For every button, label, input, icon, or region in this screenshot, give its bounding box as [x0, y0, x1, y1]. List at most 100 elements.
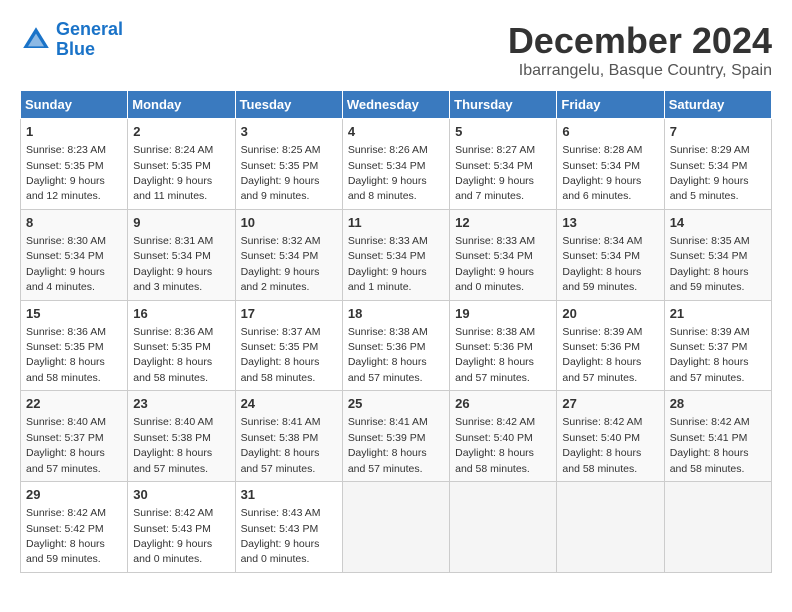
day-info: Sunrise: 8:32 AM Sunset: 5:34 PM Dayligh… — [241, 235, 321, 293]
calendar-cell: 3 Sunrise: 8:25 AM Sunset: 5:35 PM Daylig… — [235, 119, 342, 210]
calendar-week-2: 8 Sunrise: 8:30 AM Sunset: 5:34 PM Daylig… — [21, 209, 772, 300]
day-number: 28 — [670, 395, 766, 413]
calendar-week-1: 1Sunrise: 8:23 AM Sunset: 5:35 PM Daylig… — [21, 119, 772, 210]
day-number: 1 — [26, 123, 122, 141]
calendar-cell — [342, 482, 449, 573]
day-info: Sunrise: 8:30 AM Sunset: 5:34 PM Dayligh… — [26, 235, 106, 293]
day-number: 18 — [348, 305, 444, 323]
day-info: Sunrise: 8:38 AM Sunset: 5:36 PM Dayligh… — [348, 326, 428, 384]
calendar-cell: 6 Sunrise: 8:28 AM Sunset: 5:34 PM Daylig… — [557, 119, 664, 210]
day-info: Sunrise: 8:42 AM Sunset: 5:40 PM Dayligh… — [562, 416, 642, 474]
day-info: Sunrise: 8:41 AM Sunset: 5:39 PM Dayligh… — [348, 416, 428, 474]
calendar-cell: 15 Sunrise: 8:36 AM Sunset: 5:35 PM Dayli… — [21, 300, 128, 391]
day-info: Sunrise: 8:40 AM Sunset: 5:38 PM Dayligh… — [133, 416, 213, 474]
day-number: 23 — [133, 395, 229, 413]
calendar-cell: 11Sunrise: 8:33 AM Sunset: 5:34 PM Dayli… — [342, 209, 449, 300]
day-number: 27 — [562, 395, 658, 413]
logo-icon — [20, 24, 52, 56]
calendar-cell: 20 Sunrise: 8:39 AM Sunset: 5:36 PM Dayli… — [557, 300, 664, 391]
day-number: 4 — [348, 123, 444, 141]
day-number: 17 — [241, 305, 337, 323]
calendar-cell: 16Sunrise: 8:36 AM Sunset: 5:35 PM Dayli… — [128, 300, 235, 391]
calendar-cell: 22 Sunrise: 8:40 AM Sunset: 5:37 PM Dayli… — [21, 391, 128, 482]
calendar-week-4: 22 Sunrise: 8:40 AM Sunset: 5:37 PM Dayli… — [21, 391, 772, 482]
day-number: 8 — [26, 214, 122, 232]
calendar-cell: 27 Sunrise: 8:42 AM Sunset: 5:40 PM Dayli… — [557, 391, 664, 482]
day-info: Sunrise: 8:28 AM Sunset: 5:34 PM Dayligh… — [562, 144, 642, 202]
day-number: 30 — [133, 486, 229, 504]
day-info: Sunrise: 8:40 AM Sunset: 5:37 PM Dayligh… — [26, 416, 106, 474]
calendar-cell: 21 Sunrise: 8:39 AM Sunset: 5:37 PM Dayli… — [664, 300, 771, 391]
logo-line2: Blue — [56, 39, 95, 59]
calendar-cell: 12 Sunrise: 8:33 AM Sunset: 5:34 PM Dayli… — [450, 209, 557, 300]
weekday-header-tuesday: Tuesday — [235, 91, 342, 119]
day-number: 21 — [670, 305, 766, 323]
calendar-cell: 30 Sunrise: 8:42 AM Sunset: 5:43 PM Dayli… — [128, 482, 235, 573]
day-info: Sunrise: 8:29 AM Sunset: 5:34 PM Dayligh… — [670, 144, 750, 202]
day-info: Sunrise: 8:39 AM Sunset: 5:36 PM Dayligh… — [562, 326, 642, 384]
day-number: 9 — [133, 214, 229, 232]
calendar-cell — [664, 482, 771, 573]
weekday-header-friday: Friday — [557, 91, 664, 119]
calendar-cell: 8 Sunrise: 8:30 AM Sunset: 5:34 PM Daylig… — [21, 209, 128, 300]
calendar-cell: 31Sunrise: 8:43 AM Sunset: 5:43 PM Dayli… — [235, 482, 342, 573]
day-number: 26 — [455, 395, 551, 413]
day-number: 6 — [562, 123, 658, 141]
calendar-cell: 25 Sunrise: 8:41 AM Sunset: 5:39 PM Dayli… — [342, 391, 449, 482]
calendar-table: SundayMondayTuesdayWednesdayThursdayFrid… — [20, 90, 772, 573]
logo: General Blue — [20, 20, 123, 60]
calendar-cell: 23 Sunrise: 8:40 AM Sunset: 5:38 PM Dayli… — [128, 391, 235, 482]
month-title: December 2024 — [508, 20, 772, 62]
calendar-cell: 18 Sunrise: 8:38 AM Sunset: 5:36 PM Dayli… — [342, 300, 449, 391]
title-area: December 2024 Ibarrangelu, Basque Countr… — [508, 20, 772, 80]
calendar-cell: 10Sunrise: 8:32 AM Sunset: 5:34 PM Dayli… — [235, 209, 342, 300]
location-title: Ibarrangelu, Basque Country, Spain — [508, 62, 772, 80]
calendar-week-5: 29 Sunrise: 8:42 AM Sunset: 5:42 PM Dayli… — [21, 482, 772, 573]
day-info: Sunrise: 8:43 AM Sunset: 5:43 PM Dayligh… — [241, 507, 321, 565]
calendar-cell: 5 Sunrise: 8:27 AM Sunset: 5:34 PM Daylig… — [450, 119, 557, 210]
day-info: Sunrise: 8:42 AM Sunset: 5:42 PM Dayligh… — [26, 507, 106, 565]
day-number: 29 — [26, 486, 122, 504]
day-info: Sunrise: 8:36 AM Sunset: 5:35 PM Dayligh… — [26, 326, 106, 384]
day-number: 13 — [562, 214, 658, 232]
calendar-cell: 19Sunrise: 8:38 AM Sunset: 5:36 PM Dayli… — [450, 300, 557, 391]
calendar-cell: 4 Sunrise: 8:26 AM Sunset: 5:34 PM Daylig… — [342, 119, 449, 210]
day-info: Sunrise: 8:25 AM Sunset: 5:35 PM Dayligh… — [241, 144, 321, 202]
day-info: Sunrise: 8:24 AM Sunset: 5:35 PM Dayligh… — [133, 144, 213, 202]
day-info: Sunrise: 8:41 AM Sunset: 5:38 PM Dayligh… — [241, 416, 321, 474]
day-info: Sunrise: 8:33 AM Sunset: 5:34 PM Dayligh… — [348, 235, 428, 293]
day-info: Sunrise: 8:42 AM Sunset: 5:40 PM Dayligh… — [455, 416, 535, 474]
calendar-cell: 9Sunrise: 8:31 AM Sunset: 5:34 PM Daylig… — [128, 209, 235, 300]
day-number: 12 — [455, 214, 551, 232]
calendar-cell: 13 Sunrise: 8:34 AM Sunset: 5:34 PM Dayli… — [557, 209, 664, 300]
day-number: 20 — [562, 305, 658, 323]
calendar-cell: 29 Sunrise: 8:42 AM Sunset: 5:42 PM Dayli… — [21, 482, 128, 573]
day-number: 25 — [348, 395, 444, 413]
calendar-cell — [557, 482, 664, 573]
calendar-week-3: 15 Sunrise: 8:36 AM Sunset: 5:35 PM Dayli… — [21, 300, 772, 391]
day-info: Sunrise: 8:33 AM Sunset: 5:34 PM Dayligh… — [455, 235, 535, 293]
day-number: 5 — [455, 123, 551, 141]
day-number: 14 — [670, 214, 766, 232]
calendar-cell: 14Sunrise: 8:35 AM Sunset: 5:34 PM Dayli… — [664, 209, 771, 300]
day-info: Sunrise: 8:42 AM Sunset: 5:43 PM Dayligh… — [133, 507, 213, 565]
page-header: General Blue December 2024 Ibarrangelu, … — [20, 20, 772, 80]
day-number: 2 — [133, 123, 229, 141]
day-number: 22 — [26, 395, 122, 413]
day-info: Sunrise: 8:37 AM Sunset: 5:35 PM Dayligh… — [241, 326, 321, 384]
day-info: Sunrise: 8:27 AM Sunset: 5:34 PM Dayligh… — [455, 144, 535, 202]
weekday-header-thursday: Thursday — [450, 91, 557, 119]
day-info: Sunrise: 8:26 AM Sunset: 5:34 PM Dayligh… — [348, 144, 428, 202]
calendar-cell: 7 Sunrise: 8:29 AM Sunset: 5:34 PM Daylig… — [664, 119, 771, 210]
calendar-cell: 2 Sunrise: 8:24 AM Sunset: 5:35 PM Daylig… — [128, 119, 235, 210]
calendar-cell: 26 Sunrise: 8:42 AM Sunset: 5:40 PM Dayli… — [450, 391, 557, 482]
day-number: 19 — [455, 305, 551, 323]
day-number: 15 — [26, 305, 122, 323]
weekday-header-monday: Monday — [128, 91, 235, 119]
day-number: 3 — [241, 123, 337, 141]
day-number: 7 — [670, 123, 766, 141]
day-info: Sunrise: 8:39 AM Sunset: 5:37 PM Dayligh… — [670, 326, 750, 384]
day-number: 16 — [133, 305, 229, 323]
day-info: Sunrise: 8:42 AM Sunset: 5:41 PM Dayligh… — [670, 416, 750, 474]
day-info: Sunrise: 8:34 AM Sunset: 5:34 PM Dayligh… — [562, 235, 642, 293]
